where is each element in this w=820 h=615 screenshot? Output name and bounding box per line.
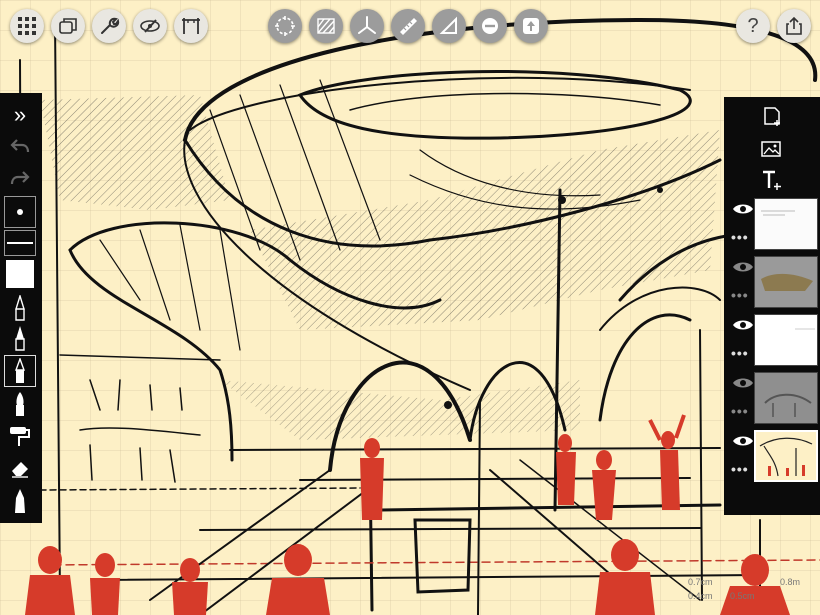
tool-strip: »	[0, 93, 42, 523]
color-swatch-button[interactable]	[5, 259, 35, 289]
layer-options-icon[interactable]: •••	[731, 462, 749, 476]
tool-marker[interactable]	[5, 486, 35, 516]
layer-thumbnail	[754, 314, 818, 366]
layer-thumbnail-selected	[754, 430, 818, 482]
redo-button[interactable]	[5, 167, 35, 189]
undo-icon	[10, 139, 30, 153]
marker-icon	[15, 489, 25, 513]
frame-icon	[182, 18, 200, 34]
new-layer-button[interactable]	[752, 101, 792, 131]
hatch-button[interactable]	[309, 9, 343, 43]
layer-options-icon[interactable]: •••	[731, 346, 749, 360]
color-swatch	[6, 260, 34, 288]
layer-thumbnail	[754, 198, 818, 250]
layer-row-5[interactable]: •••	[724, 427, 820, 485]
pen-icon	[15, 295, 25, 321]
selection-button[interactable]	[268, 9, 302, 43]
duplicate-button[interactable]	[51, 9, 85, 43]
layer-row-1[interactable]: •••	[724, 195, 820, 253]
hatch-icon	[317, 18, 335, 34]
pencil-icon	[15, 358, 25, 383]
eye-orbit-icon	[140, 19, 160, 33]
perspective-button[interactable]	[350, 9, 384, 43]
sketch-artwork	[19, 17, 820, 615]
eraser-icon	[12, 462, 28, 478]
undo-button[interactable]	[5, 135, 35, 157]
text-icon	[763, 170, 781, 190]
collapse-button[interactable]: »	[5, 103, 35, 127]
layer-thumbnail	[754, 256, 818, 308]
ruler-icon	[400, 18, 417, 35]
nudge-button[interactable]	[514, 9, 548, 43]
lasso-icon	[275, 16, 295, 36]
add-text-button[interactable]	[752, 165, 792, 195]
settings-button[interactable]	[92, 9, 126, 43]
share-button[interactable]	[777, 9, 811, 43]
tool-fine-liner[interactable]	[5, 324, 35, 352]
grid-icon	[18, 17, 36, 35]
ruler-button[interactable]	[391, 9, 425, 43]
axes-icon	[358, 16, 376, 34]
import-image-button[interactable]	[752, 134, 792, 164]
layer-row-3[interactable]: •••	[724, 311, 820, 369]
opacity-button[interactable]	[4, 230, 36, 256]
roller-icon	[10, 427, 30, 446]
layer-options-icon[interactable]: •••	[731, 404, 749, 418]
layer-options-icon[interactable]: •••	[731, 288, 749, 302]
move-icon	[523, 18, 539, 34]
layer-row-2[interactable]: •••	[724, 253, 820, 311]
scale-readout: 0.7cm 0.4cm 0.5cm 0.8m	[688, 577, 801, 601]
copy-icon	[59, 18, 77, 34]
measure-button[interactable]	[473, 9, 507, 43]
eye-icon[interactable]	[732, 376, 754, 390]
triangle-button[interactable]	[432, 9, 466, 43]
triangle-icon	[439, 16, 457, 34]
drawing-canvas[interactable]	[0, 0, 820, 615]
fine-liner-icon	[15, 326, 25, 351]
eye-icon[interactable]	[732, 202, 754, 216]
layer-thumbnail	[754, 372, 818, 424]
share-icon	[786, 16, 802, 35]
tool-roller[interactable]	[5, 422, 35, 450]
view-button[interactable]	[133, 9, 167, 43]
frame-button[interactable]	[174, 9, 208, 43]
tool-eraser[interactable]	[5, 454, 35, 482]
brush-icon	[16, 392, 24, 416]
size-dot-icon	[17, 209, 23, 215]
tool-pen[interactable]	[5, 294, 35, 322]
measure-icon	[482, 18, 498, 34]
line-weight-icon	[7, 242, 33, 244]
eye-icon[interactable]	[732, 434, 754, 448]
new-layer-icon	[764, 107, 780, 126]
brush-size-button[interactable]	[4, 196, 36, 228]
eye-icon[interactable]	[732, 260, 754, 274]
redo-icon	[10, 171, 30, 185]
help-button[interactable]: ?	[736, 9, 770, 43]
image-import-icon	[761, 141, 781, 157]
tool-brush[interactable]	[5, 390, 35, 418]
tool-pencil[interactable]	[4, 355, 36, 387]
gallery-button[interactable]	[10, 9, 44, 43]
layer-options-icon[interactable]: •••	[731, 230, 749, 244]
help-label: ?	[747, 14, 759, 37]
eye-icon[interactable]	[732, 318, 754, 332]
layer-row-4[interactable]: •••	[724, 369, 820, 427]
wrench-icon	[101, 17, 120, 34]
